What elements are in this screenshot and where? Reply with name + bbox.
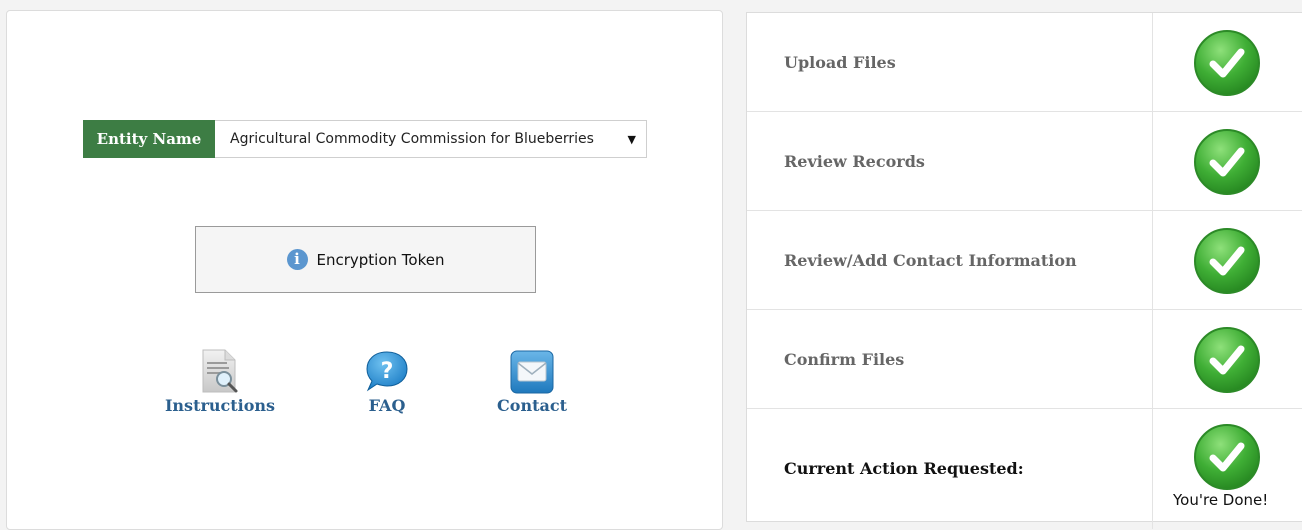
info-icon: i bbox=[286, 249, 308, 270]
green-check-icon bbox=[1194, 228, 1260, 294]
faq-link[interactable]: ? FAQ bbox=[352, 346, 422, 415]
entity-selector: Entity Name Agricultural Commodity Commi… bbox=[83, 120, 647, 158]
question-bubble-icon: ? bbox=[366, 351, 408, 392]
envelope-icon bbox=[510, 350, 554, 394]
faq-label: FAQ bbox=[368, 396, 406, 415]
step-status-cell bbox=[1152, 13, 1302, 111]
step-label: Confirm Files bbox=[784, 349, 905, 369]
step-label: Review/Add Contact Information bbox=[784, 250, 1077, 270]
green-check-icon bbox=[1194, 30, 1260, 96]
entity-name-selected-value: Agricultural Commodity Commission for Bl… bbox=[230, 131, 594, 147]
encryption-token-button[interactable]: i Encryption Token bbox=[195, 226, 536, 293]
svg-text:?: ? bbox=[381, 359, 394, 384]
step-status-cell: You're Done! bbox=[1152, 409, 1302, 529]
step-status-cell bbox=[1152, 310, 1302, 408]
step-current-action: Current Action Requested: You're Done! bbox=[747, 409, 1302, 529]
entity-name-dropdown[interactable]: Agricultural Commodity Commission for Bl… bbox=[215, 120, 647, 158]
step-label: Upload Files bbox=[784, 52, 896, 72]
entity-name-label: Entity Name bbox=[83, 120, 215, 158]
done-status-text: You're Done! bbox=[1173, 491, 1269, 509]
step-confirm-files: Confirm Files bbox=[747, 310, 1302, 409]
step-upload-files: Upload Files bbox=[747, 13, 1302, 112]
contact-link[interactable]: Contact bbox=[492, 346, 572, 415]
current-action-label: Current Action Requested: bbox=[784, 458, 1024, 478]
green-check-icon bbox=[1194, 327, 1260, 393]
document-magnifier-icon bbox=[202, 349, 238, 393]
entity-panel: Entity Name Agricultural Commodity Commi… bbox=[6, 10, 723, 530]
progress-panel: Upload Files Review Records Review/Add C… bbox=[746, 12, 1302, 529]
step-review-contact-information: Review/Add Contact Information bbox=[747, 211, 1302, 310]
encryption-token-label: Encryption Token bbox=[316, 250, 445, 269]
step-status-cell bbox=[1152, 112, 1302, 210]
instructions-link[interactable]: Instructions bbox=[160, 346, 280, 415]
contact-label: Contact bbox=[497, 396, 567, 415]
green-check-icon bbox=[1194, 129, 1260, 195]
step-status-cell bbox=[1152, 211, 1302, 309]
step-label: Review Records bbox=[784, 151, 925, 171]
green-check-icon bbox=[1194, 424, 1260, 490]
step-review-records: Review Records bbox=[747, 112, 1302, 211]
dropdown-arrow-icon: ▼ bbox=[627, 132, 636, 146]
instructions-label: Instructions bbox=[164, 396, 276, 415]
